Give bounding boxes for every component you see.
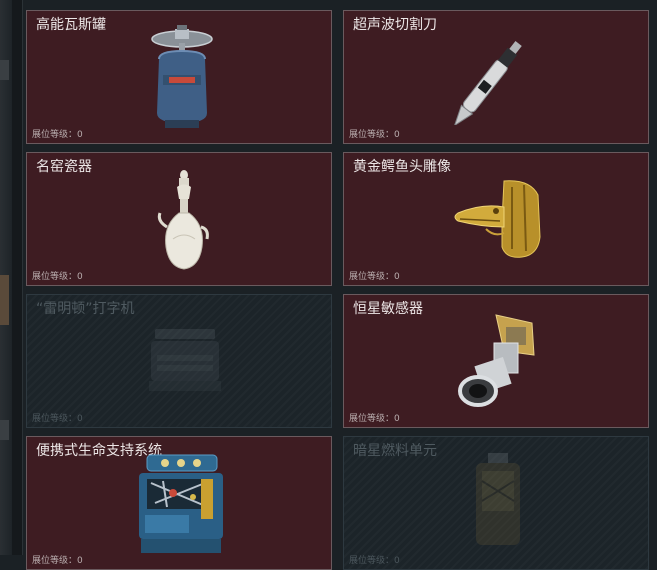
typewriter-icon	[149, 329, 221, 391]
collection-card-fuel-cell[interactable]: 暗星燃料单元 展位等级：0	[343, 436, 649, 570]
life-support-system-icon	[139, 454, 223, 553]
golden-crocodile-head-icon	[454, 180, 541, 258]
collection-card-star-sensor[interactable]: 恒星敏感器 展位等级：0	[343, 294, 649, 428]
collection-card-typewriter[interactable]: “雷明顿”打字机 展位等级：0	[26, 294, 332, 428]
collection-card-life-support[interactable]: 便携式生命支持系统 展位等级：0	[26, 436, 332, 570]
edge-notch	[0, 275, 9, 325]
card-title: 暗星燃料单元	[353, 443, 437, 459]
collection-card-golden-crocodile[interactable]: 黄金鳄鱼头雕像 展位等级：0	[343, 152, 649, 286]
collection-card-ultrasonic-knife[interactable]: 超声波切割刀 展位等级：0	[343, 10, 649, 144]
card-title: 恒星敏感器	[353, 301, 423, 317]
scroll-rail[interactable]	[12, 0, 23, 555]
level-label: 展位等级：0	[32, 414, 83, 424]
ultrasonic-knife-icon	[453, 41, 522, 125]
level-label: 展位等级：0	[349, 414, 400, 424]
edge-notch	[0, 420, 9, 440]
collection-card-porcelain[interactable]: 名窑瓷器 展位等级：0	[26, 152, 332, 286]
collection-grid: 高能瓦斯罐 展位等级：0 超声波切割刀 展位等级：0 名窑瓷器 展位等级：0 黄…	[26, 10, 657, 570]
card-title: 超声波切割刀	[353, 17, 437, 33]
collection-card-gas-canister[interactable]: 高能瓦斯罐 展位等级：0	[26, 10, 332, 144]
gas-canister-icon	[151, 25, 213, 128]
card-title: 高能瓦斯罐	[36, 17, 106, 33]
card-title: 黄金鳄鱼头雕像	[353, 159, 451, 175]
card-title: “雷明顿”打字机	[36, 301, 135, 317]
edge-notch	[0, 60, 9, 80]
level-label: 展位等级：0	[32, 130, 83, 140]
level-label: 展位等级：0	[32, 272, 83, 282]
porcelain-vase-icon	[157, 170, 209, 270]
level-label: 展位等级：0	[349, 272, 400, 282]
fuel-cell-icon	[476, 453, 520, 545]
card-title: 名窑瓷器	[36, 159, 92, 175]
left-edge-panel	[0, 0, 12, 555]
level-label: 展位等级：0	[349, 130, 400, 140]
star-sensor-icon	[458, 314, 535, 407]
